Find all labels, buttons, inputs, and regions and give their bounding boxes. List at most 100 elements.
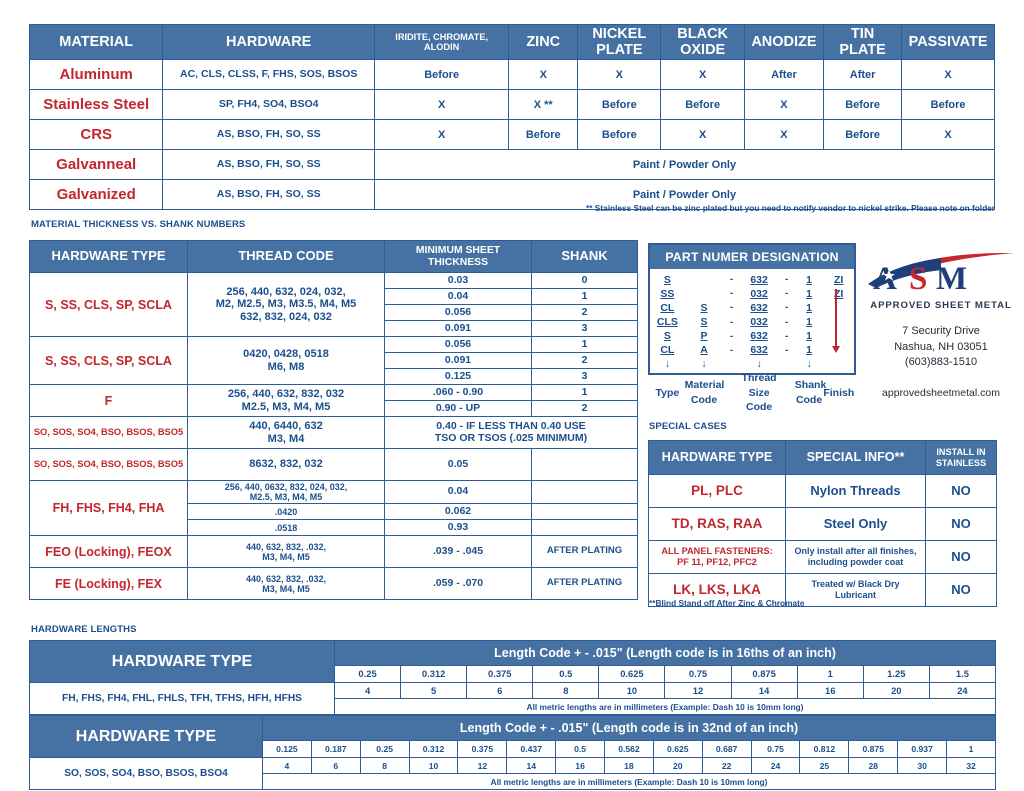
pn-spacer xyxy=(778,371,794,413)
pn-material-code xyxy=(685,287,724,301)
sc-special-info-cell: Treated w/ Black Dry Lubricant xyxy=(785,573,926,607)
lengths-code-cell: 4 xyxy=(262,757,312,774)
special-cases-wrapper: HARDWARE TYPE SPECIAL INFO** INSTALL IN … xyxy=(648,440,997,607)
lengths-code-cell: 12 xyxy=(457,757,508,774)
part-number-title: PART NUMER DESIGNATION xyxy=(650,245,854,269)
pn-dash: - xyxy=(784,344,789,356)
hardware-type-cell: SO, SOS, SO4, BSO, BSOS, BSO5 xyxy=(29,448,188,481)
plating-chart-table-wrapper: MATERIAL HARDWARE IRIDITE, CHROMATE, ALO… xyxy=(28,23,996,211)
company-branding: A S M APPROVED SHEET METAL 7 Security Dr… xyxy=(866,248,1016,399)
hardware-lengths-label: HARDWARE LENGTHS xyxy=(31,624,137,635)
lengths-type-header: HARDWARE TYPE xyxy=(29,715,263,758)
plating-cell: Before xyxy=(577,119,662,151)
lengths-code-cell: 8 xyxy=(532,682,600,699)
plating-col-nickel-plate: NICKEL PLATE xyxy=(577,23,662,61)
sc-col-special-info: SPECIAL INFO** xyxy=(785,440,926,475)
shank-cell xyxy=(531,519,638,537)
lengths-metric-note: All metric lengths are in millimeters (E… xyxy=(262,773,996,790)
lengths-code-cell: 10 xyxy=(598,682,666,699)
pn-spacer xyxy=(723,371,739,413)
pn-type: CL xyxy=(660,344,675,357)
lengths-code-cell: 4 xyxy=(333,682,402,699)
hardware-cell: AS, BSO, FH, SO, SS xyxy=(162,119,375,151)
table-row: PL, PLC Nylon Threads NO xyxy=(648,474,997,508)
part-number-row: CLS S - 032 - 1 xyxy=(650,315,854,329)
thread-arrow-icon: ↓ xyxy=(756,358,762,371)
table-row: S, SS, CLS, SP, SCLA 0420, 0428, 0518 M6, … xyxy=(29,336,638,385)
thickness-col-thread-code: THREAD CODE xyxy=(187,240,385,273)
company-tagline: APPROVED SHEET METAL xyxy=(870,300,1012,311)
min-thickness-cell: 0.04 xyxy=(384,288,532,305)
pn-dash: - xyxy=(729,330,734,342)
pn-dash: - xyxy=(729,274,734,286)
shank-cell xyxy=(531,503,638,521)
min-thickness-cell: 0.091 xyxy=(384,352,532,369)
pn-type: SS xyxy=(660,288,675,301)
pn-thread-code: 632 xyxy=(750,274,768,286)
lengths-code-cell: 30 xyxy=(897,757,948,774)
lengths-inch-cell: 0.5 xyxy=(555,739,606,758)
thread-code-cell: 440, 632, 832, .032, M3, M4, M5 xyxy=(187,567,385,601)
shank-cell: 0 xyxy=(531,272,638,289)
min-thickness-cell: 0.93 xyxy=(384,519,532,537)
pn-spacer xyxy=(823,357,854,371)
svg-text:M: M xyxy=(936,261,967,294)
pn-type: S xyxy=(663,274,671,286)
shank-cell: 2 xyxy=(531,400,638,417)
plating-cell: X xyxy=(743,89,825,121)
plating-cell: Before xyxy=(823,89,903,121)
material-cell: Aluminum xyxy=(28,59,164,91)
company-phone: (603)883-1510 xyxy=(904,356,978,369)
thread-code-cell: 256, 440, 0632, 832, 024, 032, M2.5, M3, … xyxy=(187,479,385,505)
min-thickness-cell: 0.056 xyxy=(384,304,532,321)
thread-code-cell: 256, 440, 632, 832, 032 M2.5, M3, M4, M5 xyxy=(187,384,385,417)
shank-cell xyxy=(531,479,638,505)
pn-dash: - xyxy=(784,316,789,328)
material-cell: CRS xyxy=(28,119,164,151)
pn-thread-code: 632 xyxy=(750,344,768,357)
lengths-code-cell: 14 xyxy=(506,757,557,774)
pn-type: CLS xyxy=(656,316,678,329)
table-row: ALL PANEL FASTENERS: PF 11, PF12, PFC2 Onl… xyxy=(648,540,997,574)
lengths-code-cell: 24 xyxy=(750,757,801,774)
hardware-lengths-table-16ths: HARDWARE TYPE Length Code + - .015" (Leng… xyxy=(29,640,997,715)
plating-table-footnote: ** Stainless Steel can be zinc plated bu… xyxy=(586,203,995,213)
lengths-inch-cell: 0.375 xyxy=(466,664,534,683)
table-row: TD, RAS, RAA Steel Only NO xyxy=(648,507,997,541)
pn-material-code: S xyxy=(700,316,708,329)
thread-code-cell: 440, 632, 832, .032, M3, M4, M5 xyxy=(187,535,385,569)
table-row: S, SS, CLS, SP, SCLA 256, 440, 632, 024, … xyxy=(29,272,638,337)
plating-cell: X xyxy=(373,89,510,121)
shank-cell: AFTER PLATING xyxy=(531,535,638,569)
company-website[interactable]: approvedsheetmetal.com xyxy=(866,387,1016,399)
lengths-code-header: Length Code + - .015" (Length code is in… xyxy=(333,640,997,666)
sc-hardware-type-cell: TD, RAS, RAA xyxy=(648,507,786,541)
shank-arrow-icon: ↓ xyxy=(806,358,812,371)
pn-material-code: S xyxy=(700,302,708,315)
svg-text:A: A xyxy=(873,261,897,294)
shank-cell: 1 xyxy=(531,384,638,401)
lengths-code-cell: 28 xyxy=(848,757,899,774)
sc-install-cell: NO xyxy=(925,474,997,508)
thread-code-cell: .0420 xyxy=(187,503,385,521)
lengths-inch-cell: 0.625 xyxy=(652,739,703,758)
lengths-inch-cell: 0.75 xyxy=(664,664,732,683)
shank-cell: 2 xyxy=(531,352,638,369)
part-number-row: S - 632 - 1 ZI xyxy=(650,273,854,287)
pn-thread-code: 632 xyxy=(750,330,768,343)
part-number-body: S -632-1 ZI SS -032-1 ZI CL S -632-1 CLS S -032-1 S P… xyxy=(650,269,854,414)
lengths-inch-cell: 0.437 xyxy=(506,739,557,758)
special-cases-body: PL, PLC Nylon Threads NO TD, RAS, RAA Steel … xyxy=(648,474,997,607)
lengths-inch-cell: 1 xyxy=(796,664,864,683)
sc-special-info-cell: Steel Only xyxy=(785,507,926,541)
lengths-inch-cell: 0.25 xyxy=(359,739,410,758)
svg-text:S: S xyxy=(909,261,927,294)
min-thickness-cell: 0.04 xyxy=(384,479,532,505)
pn-material-code xyxy=(685,273,724,287)
hardware-cell: AS, BSO, FH, SO, SS xyxy=(162,149,375,181)
pn-finish: ZI xyxy=(834,288,844,301)
pn-thread-code: 032 xyxy=(750,316,768,329)
plating-col-material: MATERIAL xyxy=(28,23,164,61)
plating-cell: Before xyxy=(823,119,903,151)
plating-col-passivate: PASSIVATE xyxy=(901,23,995,61)
